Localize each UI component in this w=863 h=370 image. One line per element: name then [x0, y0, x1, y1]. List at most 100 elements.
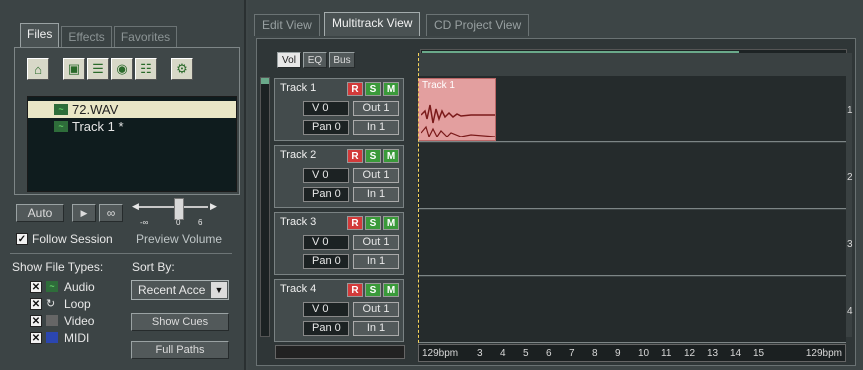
file-panel: ⌂ ▣ ☰ ◉ ☷ ⚙ ~ 72.WAV ~ Track 1 *: [14, 47, 240, 195]
follow-session-label: Follow Session: [32, 232, 113, 246]
midi-icon: [46, 332, 58, 343]
sort-by-label: Sort By:: [132, 260, 175, 274]
output-button[interactable]: Out 1: [353, 101, 399, 116]
video-checkbox[interactable]: ✕: [30, 315, 42, 327]
midi-label: MIDI: [64, 331, 90, 345]
tab-bus[interactable]: Bus: [329, 52, 355, 68]
vertical-scrollbar[interactable]: [260, 77, 270, 337]
track-name[interactable]: Track 2: [278, 149, 344, 163]
track-lane[interactable]: [418, 277, 846, 343]
audio-clip[interactable]: Track 1: [418, 78, 496, 141]
input-button[interactable]: In 1: [353, 120, 399, 135]
solo-button[interactable]: S: [365, 149, 381, 163]
pan-field[interactable]: Pan 0: [303, 187, 349, 202]
close-file-icon[interactable]: ☰: [87, 58, 109, 80]
mute-button[interactable]: M: [383, 216, 399, 230]
open-file-icon[interactable]: ⌂: [27, 58, 49, 80]
output-button[interactable]: Out 1: [353, 302, 399, 317]
record-arm-button[interactable]: R: [347, 149, 363, 163]
loop-button[interactable]: ∞: [99, 204, 123, 222]
tab-files[interactable]: Files: [20, 23, 60, 48]
track-lane[interactable]: [418, 143, 846, 209]
video-label: Video: [64, 314, 95, 328]
track-lane[interactable]: [418, 210, 846, 276]
lane-number: 2: [847, 172, 853, 183]
solo-button[interactable]: S: [365, 216, 381, 230]
tab-multitrack-view[interactable]: Multitrack View: [324, 12, 421, 36]
waveform-icon: ~: [54, 104, 68, 115]
list-item[interactable]: ~ 72.WAV: [28, 101, 236, 118]
pan-field[interactable]: Pan 0: [303, 120, 349, 135]
tab-eq[interactable]: EQ: [303, 52, 327, 68]
horizontal-scrollbar[interactable]: [275, 345, 405, 359]
loop-checkbox[interactable]: ✕: [30, 298, 42, 310]
volume-thumb[interactable]: [174, 198, 184, 220]
ruler-tick-label: 5: [523, 348, 529, 359]
clip-name: Track 1: [422, 80, 455, 91]
video-icon: [46, 315, 58, 326]
track-controls: Track 4RSM V 0 Out 1 Pan 0 In 1: [274, 279, 404, 342]
insert-icon[interactable]: ☷: [135, 58, 157, 80]
pan-field[interactable]: Pan 0: [303, 321, 349, 336]
record-arm-button[interactable]: R: [347, 82, 363, 96]
volume-field[interactable]: V 0: [303, 168, 349, 183]
file-list[interactable]: ~ 72.WAV ~ Track 1 *: [27, 96, 237, 192]
volume-scale-min: -∞: [140, 218, 149, 227]
pan-field[interactable]: Pan 0: [303, 254, 349, 269]
track-lanes[interactable]: 1 2 3 4 Track 1: [418, 53, 853, 353]
lane-number: 3: [847, 239, 853, 250]
show-file-types-label: Show File Types:: [12, 260, 104, 274]
lane-number: 1: [847, 105, 853, 116]
output-button[interactable]: Out 1: [353, 168, 399, 183]
sort-by-select[interactable]: Recent Acce ▼: [131, 280, 229, 300]
solo-button[interactable]: S: [365, 82, 381, 96]
record-arm-button[interactable]: R: [347, 283, 363, 297]
organizer-panel: Files Effects Favorites ⌂ ▣ ☰ ◉ ☷ ⚙ ~ 72…: [0, 0, 246, 370]
record-arm-button[interactable]: R: [347, 216, 363, 230]
tab-favorites[interactable]: Favorites: [113, 26, 178, 48]
midi-checkbox[interactable]: ✕: [30, 332, 42, 344]
tab-vol[interactable]: Vol: [277, 52, 301, 68]
tab-effects[interactable]: Effects: [61, 26, 112, 48]
mute-button[interactable]: M: [383, 283, 399, 297]
volume-field[interactable]: V 0: [303, 235, 349, 250]
tab-edit-view[interactable]: Edit View: [254, 14, 320, 36]
follow-session-checkbox[interactable]: ✓: [16, 233, 28, 245]
track-controls: Track 3RSM V 0 Out 1 Pan 0 In 1: [274, 212, 404, 275]
slider-left-arrow-icon[interactable]: ◀: [132, 201, 139, 212]
chevron-down-icon[interactable]: ▼: [211, 282, 227, 298]
slider-right-arrow-icon[interactable]: ▶: [210, 201, 217, 212]
file-name: Track 1 *: [72, 119, 124, 134]
audio-checkbox[interactable]: ✕: [30, 281, 42, 293]
list-item[interactable]: ~ Track 1 *: [28, 118, 236, 135]
volume-field[interactable]: V 0: [303, 302, 349, 317]
mute-button[interactable]: M: [383, 149, 399, 163]
tab-cd-project-view[interactable]: CD Project View: [426, 14, 530, 36]
ruler-tick-label: 10: [638, 348, 650, 359]
track-name[interactable]: Track 1: [278, 82, 344, 96]
import-icon[interactable]: ▣: [63, 58, 85, 80]
scrollbar-thumb[interactable]: [261, 78, 269, 84]
input-button[interactable]: In 1: [353, 187, 399, 202]
input-button[interactable]: In 1: [353, 321, 399, 336]
preview-volume-slider[interactable]: [136, 206, 208, 208]
solo-button[interactable]: S: [365, 283, 381, 297]
play-button[interactable]: ▶: [72, 204, 96, 222]
input-button[interactable]: In 1: [353, 254, 399, 269]
playhead[interactable]: [418, 53, 419, 353]
divider: [10, 253, 232, 254]
volume-scale-zero: 0: [176, 218, 181, 227]
mute-button[interactable]: M: [383, 82, 399, 96]
auto-button[interactable]: Auto: [16, 204, 64, 222]
full-paths-button[interactable]: Full Paths: [131, 341, 229, 359]
show-cues-button[interactable]: Show Cues: [131, 313, 229, 331]
output-button[interactable]: Out 1: [353, 235, 399, 250]
ruler-start-label: 129bpm: [422, 348, 459, 359]
track-name[interactable]: Track 3: [278, 216, 344, 230]
timeline-ruler[interactable]: 129bpm 3 4 5 6 7 8 9 10 11 12 13 14 15 129bpm: [418, 344, 846, 362]
main-view: Edit View Multitrack View CD Project Vie…: [248, 0, 863, 370]
options-icon[interactable]: ⚙: [171, 58, 193, 80]
record-cd-icon[interactable]: ◉: [111, 58, 133, 80]
volume-field[interactable]: V 0: [303, 101, 349, 116]
track-name[interactable]: Track 4: [278, 283, 344, 297]
